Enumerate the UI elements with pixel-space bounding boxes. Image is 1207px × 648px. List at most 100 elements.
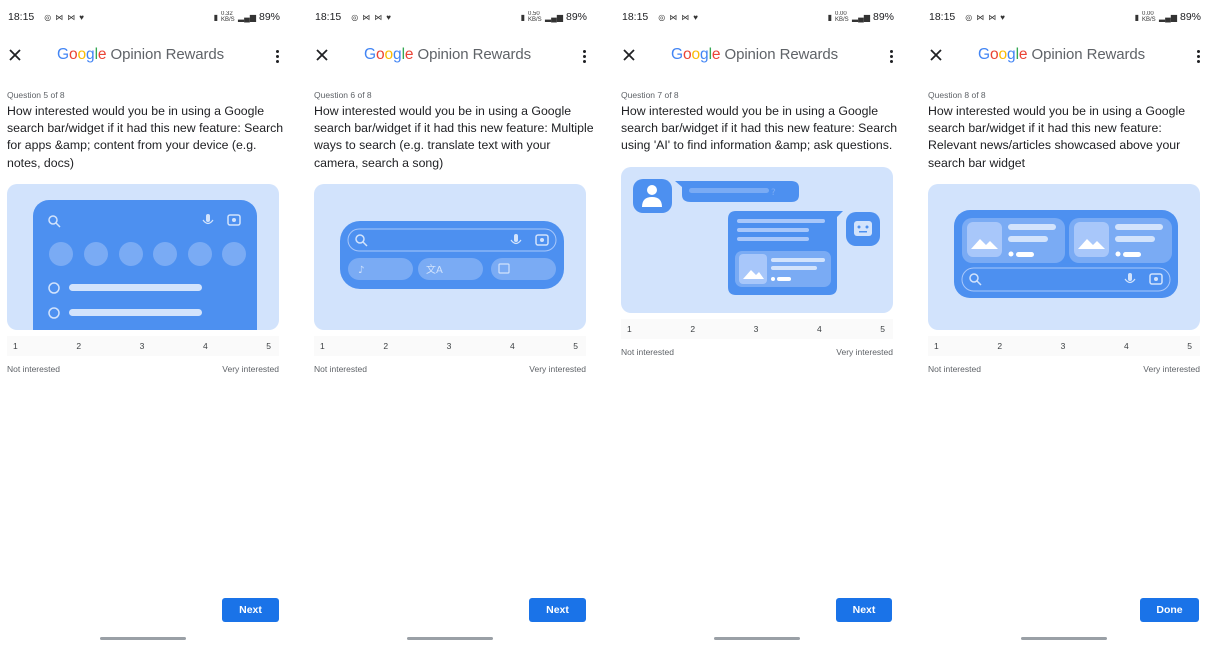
gmail-icon: ⋈ bbox=[681, 12, 690, 22]
rating-option-2[interactable]: 2 bbox=[690, 324, 695, 334]
rating-option-1[interactable]: 1 bbox=[627, 324, 632, 334]
scale-label-high: Very interested bbox=[836, 347, 893, 357]
rating-option-5[interactable]: 5 bbox=[1187, 341, 1192, 351]
rating-scale: 1 2 3 4 5 bbox=[621, 319, 893, 339]
more-options-icon[interactable] bbox=[884, 46, 898, 66]
device-search-illustration bbox=[7, 184, 279, 330]
more-options-icon[interactable] bbox=[577, 46, 591, 66]
instagram-icon: ◎ bbox=[44, 12, 52, 22]
vibrate-icon: ▮ bbox=[213, 12, 218, 22]
app-bar: Google Opinion Rewards bbox=[921, 42, 1207, 70]
close-icon[interactable] bbox=[927, 46, 945, 64]
heart-icon: ♥ bbox=[386, 12, 392, 22]
status-bar: 18:15 ◎ ⋈ ⋈ ♥ ▮ 0.32 KB/S ▂▄▆ 89% bbox=[8, 9, 280, 25]
close-icon[interactable] bbox=[6, 46, 24, 64]
more-options-icon[interactable] bbox=[1191, 46, 1205, 66]
ai-chat-illustration: ? bbox=[621, 167, 893, 313]
clock: 18:15 bbox=[315, 11, 342, 23]
clock: 18:15 bbox=[8, 11, 35, 23]
gesture-nav-bar[interactable] bbox=[1021, 637, 1107, 640]
app-bar: Google Opinion Rewards bbox=[614, 42, 900, 70]
battery-level: 89% bbox=[1179, 11, 1201, 23]
instagram-icon: ◎ bbox=[351, 12, 359, 22]
rating-option-2[interactable]: 2 bbox=[383, 341, 388, 351]
rating-option-1[interactable]: 1 bbox=[13, 341, 18, 351]
gesture-nav-bar[interactable] bbox=[100, 637, 186, 640]
network-speed: 0.00 KB/S bbox=[835, 11, 849, 23]
question-text: How interested would you be in using a G… bbox=[7, 104, 284, 170]
rating-option-2[interactable]: 2 bbox=[76, 341, 81, 351]
survey-screen-q6: 18:15 ◎ ⋈ ⋈ ♥ ▮ 0.50 KB/S ▂▄▆ 89% Google… bbox=[307, 0, 594, 648]
gmail-icon: ⋈ bbox=[976, 12, 985, 22]
rating-option-4[interactable]: 4 bbox=[817, 324, 822, 334]
instagram-icon: ◎ bbox=[658, 12, 666, 22]
question-number: Question 7 of 8 bbox=[621, 90, 679, 100]
more-options-icon[interactable] bbox=[270, 46, 284, 66]
battery-level: 89% bbox=[565, 11, 587, 23]
battery-level: 89% bbox=[258, 11, 280, 23]
signal-icon: ▂▄▆ bbox=[852, 12, 870, 22]
vibrate-icon: ▮ bbox=[1134, 12, 1139, 22]
rating-option-3[interactable]: 3 bbox=[447, 341, 452, 351]
rating-option-1[interactable]: 1 bbox=[934, 341, 939, 351]
heart-icon: ♥ bbox=[1000, 12, 1006, 22]
rating-option-1[interactable]: 1 bbox=[320, 341, 325, 351]
rating-option-5[interactable]: 5 bbox=[573, 341, 578, 351]
vibrate-icon: ▮ bbox=[827, 12, 832, 22]
rating-scale: 1 2 3 4 5 bbox=[928, 336, 1200, 356]
gesture-nav-bar[interactable] bbox=[407, 637, 493, 640]
rating-option-3[interactable]: 3 bbox=[140, 341, 145, 351]
network-speed: 0.32 KB/S bbox=[221, 11, 235, 23]
done-button[interactable]: Done bbox=[1140, 598, 1199, 622]
rating-option-5[interactable]: 5 bbox=[266, 341, 271, 351]
instagram-icon: ◎ bbox=[965, 12, 973, 22]
question-number: Question 8 of 8 bbox=[928, 90, 986, 100]
clock: 18:15 bbox=[929, 11, 956, 23]
battery-level: 89% bbox=[872, 11, 894, 23]
gmail-icon: ⋈ bbox=[988, 12, 997, 22]
gmail-icon: ⋈ bbox=[67, 12, 76, 22]
survey-screen-q7: 18:15 ◎ ⋈ ⋈ ♥ ▮ 0.00 KB/S ▂▄▆ 89% Google… bbox=[614, 0, 900, 648]
signal-icon: ▂▄▆ bbox=[238, 12, 256, 22]
next-button[interactable]: Next bbox=[836, 598, 892, 622]
scale-label-low: Not interested bbox=[314, 364, 367, 374]
svg-text:文A: 文A bbox=[426, 263, 443, 276]
rating-option-3[interactable]: 3 bbox=[754, 324, 759, 334]
svg-text:♪: ♪ bbox=[358, 265, 364, 276]
scale-label-low: Not interested bbox=[7, 364, 60, 374]
close-icon[interactable] bbox=[313, 46, 331, 64]
app-logo: Google Opinion Rewards bbox=[364, 46, 532, 63]
question-text: How interested would you be in using a G… bbox=[621, 104, 898, 153]
clock: 18:15 bbox=[622, 11, 649, 23]
gmail-icon: ⋈ bbox=[669, 12, 678, 22]
signal-icon: ▂▄▆ bbox=[1159, 12, 1177, 22]
gmail-icon: ⋈ bbox=[374, 12, 383, 22]
next-button[interactable]: Next bbox=[529, 598, 586, 622]
vibrate-icon: ▮ bbox=[520, 12, 525, 22]
rating-option-4[interactable]: 4 bbox=[203, 341, 208, 351]
rating-option-4[interactable]: 4 bbox=[1124, 341, 1129, 351]
next-button[interactable]: Next bbox=[222, 598, 279, 622]
survey-screen-q8: 18:15 ◎ ⋈ ⋈ ♥ ▮ 0.00 KB/S ▂▄▆ 89% Google… bbox=[921, 0, 1207, 648]
rating-option-2[interactable]: 2 bbox=[997, 341, 1002, 351]
signal-icon: ▂▄▆ bbox=[545, 12, 563, 22]
rating-option-4[interactable]: 4 bbox=[510, 341, 515, 351]
close-icon[interactable] bbox=[620, 46, 638, 64]
scale-label-low: Not interested bbox=[928, 364, 981, 374]
app-logo: Google Opinion Rewards bbox=[978, 46, 1146, 63]
status-bar: 18:15 ◎ ⋈ ⋈ ♥ ▮ 0.50 KB/S ▂▄▆ 89% bbox=[315, 9, 587, 25]
scale-label-high: Very interested bbox=[222, 364, 279, 374]
question-text: How interested would you be in using a G… bbox=[928, 104, 1186, 170]
rating-option-5[interactable]: 5 bbox=[880, 324, 885, 334]
scale-label-high: Very interested bbox=[1143, 364, 1200, 374]
gesture-nav-bar[interactable] bbox=[714, 637, 800, 640]
question-number: Question 5 of 8 bbox=[7, 90, 65, 100]
svg-text:?: ? bbox=[771, 188, 776, 198]
heart-icon: ♥ bbox=[79, 12, 85, 22]
gmail-icon: ⋈ bbox=[55, 12, 64, 22]
network-speed: 0.50 KB/S bbox=[528, 11, 542, 23]
scale-label-high: Very interested bbox=[529, 364, 586, 374]
survey-screen-q5: 18:15 ◎ ⋈ ⋈ ♥ ▮ 0.32 KB/S ▂▄▆ 89% Google… bbox=[0, 0, 286, 648]
network-speed: 0.00 KB/S bbox=[1142, 11, 1156, 23]
rating-option-3[interactable]: 3 bbox=[1061, 341, 1066, 351]
